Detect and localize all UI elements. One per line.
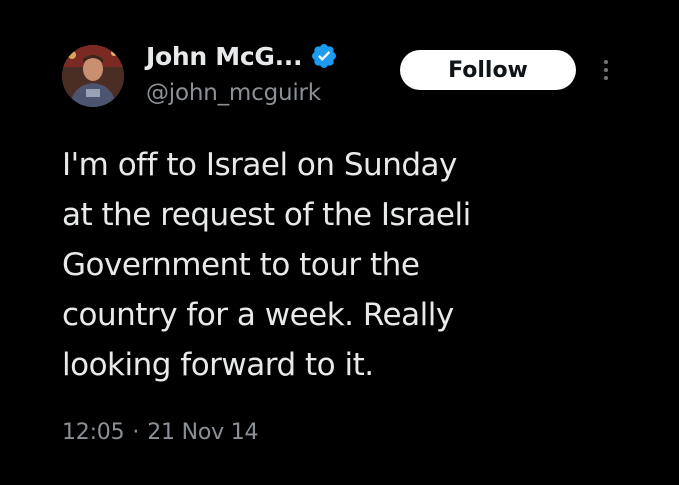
author-handle[interactable]: @john_mcguirk xyxy=(146,80,321,106)
profile-photo-icon xyxy=(62,45,124,107)
meta-separator: · xyxy=(132,420,140,445)
tweet-text-line: looking forward to it. xyxy=(62,347,374,383)
tweet-text-line: I'm off to Israel on Sunday xyxy=(62,147,457,183)
avatar[interactable] xyxy=(62,45,124,107)
tweet-text-line: country for a week. Really xyxy=(62,297,454,333)
verified-badge-icon xyxy=(310,42,338,70)
tweet-card: John McG... @john_mcguirk Follow I'm off… xyxy=(0,0,679,485)
follow-button[interactable]: Follow xyxy=(400,50,576,90)
more-options-icon[interactable] xyxy=(596,54,616,86)
tweet-time[interactable]: 12:05 xyxy=(62,420,125,445)
tweet-text: I'm off to Israel on Sunday at the reque… xyxy=(62,140,582,390)
tweet-date[interactable]: 21 Nov 14 xyxy=(147,420,258,445)
author-name-row: John McG... xyxy=(146,36,338,76)
tweet-text-line: at the request of the Israeli xyxy=(62,197,471,233)
tweet-timestamp-row: 12:05 · 21 Nov 14 xyxy=(62,420,259,445)
tweet-text-line: Government to tour the xyxy=(62,247,420,283)
author-display-name[interactable]: John McG... xyxy=(146,42,302,71)
